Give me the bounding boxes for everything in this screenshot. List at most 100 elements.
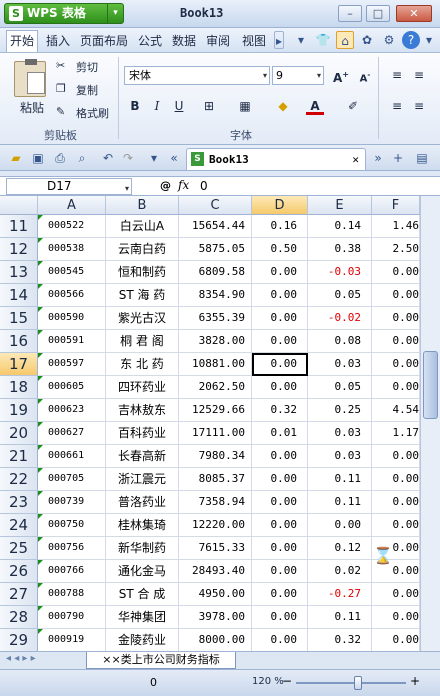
table-cell[interactable]: 白云山A — [106, 215, 179, 238]
help-dropdown-icon[interactable]: ▾ — [420, 31, 438, 49]
table-cell[interactable]: 000919 — [38, 629, 106, 651]
table-cell[interactable]: 000522 — [38, 215, 106, 238]
table-cell[interactable]: 8085.37 — [179, 468, 252, 491]
table-cell[interactable]: 0.00 — [372, 261, 420, 284]
table-cell[interactable]: 0.00 — [252, 261, 308, 284]
table-cell[interactable]: 000627 — [38, 422, 106, 445]
table-cell[interactable]: 0.50 — [252, 238, 308, 261]
table-cell[interactable]: 000591 — [38, 330, 106, 353]
fill-color-icon[interactable]: ◆ — [274, 97, 292, 115]
row-header[interactable]: 14 — [0, 284, 38, 307]
new-tab-icon[interactable]: + — [390, 150, 406, 166]
table-cell[interactable]: 7615.33 — [179, 537, 252, 560]
table-cell[interactable]: 000566 — [38, 284, 106, 307]
table-cell[interactable]: 0.25 — [308, 399, 372, 422]
row-header[interactable]: 12 — [0, 238, 38, 261]
table-cell[interactable]: 000605 — [38, 376, 106, 399]
table-cell[interactable]: 0.08 — [308, 330, 372, 353]
table-cell[interactable]: 0.32 — [252, 399, 308, 422]
minimize-button[interactable]: – — [338, 5, 362, 22]
zoom-out-icon[interactable]: − — [282, 674, 292, 688]
table-cell[interactable]: 1.46 — [372, 215, 420, 238]
table-cell[interactable]: 0.00 — [252, 307, 308, 330]
table-cell[interactable]: 0.00 — [372, 445, 420, 468]
column-header-e[interactable]: E — [308, 196, 372, 215]
table-cell[interactable]: 0.00 — [372, 330, 420, 353]
row-header[interactable]: 29 — [0, 629, 38, 651]
table-cell[interactable]: 0.00 — [252, 376, 308, 399]
row-header[interactable]: 20 — [0, 422, 38, 445]
decrease-font-icon[interactable]: A- — [356, 66, 374, 84]
table-cell[interactable]: 桐 君 阁 — [106, 330, 179, 353]
menu-view[interactable]: 视图 — [242, 32, 266, 49]
row-header[interactable]: 22 — [0, 468, 38, 491]
table-cell[interactable]: 0.00 — [372, 583, 420, 606]
table-cell[interactable]: 6809.58 — [179, 261, 252, 284]
table-cell[interactable]: 000750 — [38, 514, 106, 537]
menu-page-layout[interactable]: 页面布局 — [80, 32, 128, 49]
quick-access-dropdown-icon[interactable]: ▾ — [146, 150, 162, 166]
table-cell[interactable]: 0.00 — [252, 560, 308, 583]
table-cell[interactable]: 0.00 — [372, 376, 420, 399]
increase-font-icon[interactable]: A+ — [332, 66, 350, 85]
tab-scroll-left-icon[interactable]: « — [166, 150, 182, 166]
row-header[interactable]: 11 — [0, 215, 38, 238]
table-cell[interactable]: 0.03 — [308, 422, 372, 445]
scissors-icon[interactable]: ✂ — [56, 59, 65, 72]
users-icon[interactable]: ✿ — [358, 31, 376, 49]
maximize-button[interactable]: □ — [366, 5, 390, 22]
select-all-corner[interactable] — [0, 196, 38, 215]
row-header[interactable]: 15 — [0, 307, 38, 330]
home-icon[interactable]: ⌂ — [336, 31, 354, 49]
table-cell[interactable]: 普洛药业 — [106, 491, 179, 514]
row-header[interactable]: 23 — [0, 491, 38, 514]
redo-icon[interactable]: ↷ — [120, 150, 136, 166]
find-icon[interactable]: @ — [160, 179, 171, 192]
row-header[interactable]: 27 — [0, 583, 38, 606]
chevron-down-icon[interactable]: ▾ — [107, 4, 123, 23]
column-header-f[interactable]: F — [372, 196, 420, 215]
table-cell[interactable]: 000788 — [38, 583, 106, 606]
table-cell[interactable]: 10881.00 — [179, 353, 252, 376]
row-header[interactable]: 25 — [0, 537, 38, 560]
row-header[interactable]: 28 — [0, 606, 38, 629]
table-cell[interactable]: 000538 — [38, 238, 106, 261]
tab-list-icon[interactable]: ▤ — [414, 150, 430, 166]
table-cell[interactable]: 5875.05 — [179, 238, 252, 261]
vertical-scrollbar[interactable]: ⌛ — [373, 196, 440, 651]
column-header-a[interactable]: A — [38, 196, 106, 215]
table-cell[interactable]: 华神集团 — [106, 606, 179, 629]
print-preview-icon[interactable]: ⌕ — [74, 150, 90, 166]
row-header[interactable]: 13 — [0, 261, 38, 284]
table-cell[interactable]: 0.00 — [252, 514, 308, 537]
align-left-icon[interactable]: ≡ — [388, 97, 406, 115]
row-header[interactable]: 18 — [0, 376, 38, 399]
menu-home[interactable]: 开始 — [6, 30, 39, 52]
menu-review[interactable]: 审阅 — [206, 32, 230, 49]
clipboard-paste-icon[interactable] — [14, 59, 46, 97]
table-cell[interactable]: 0.00 — [252, 583, 308, 606]
tab-book13[interactable]: S Book13 ✕ — [186, 148, 366, 170]
table-cell[interactable]: 2062.50 — [179, 376, 252, 399]
table-cell[interactable]: 金陵药业 — [106, 629, 179, 651]
table-cell[interactable]: 0.00 — [372, 491, 420, 514]
table-cell[interactable]: 000661 — [38, 445, 106, 468]
table-cell[interactable]: 0.00 — [372, 468, 420, 491]
table-cell[interactable]: 云南白药 — [106, 238, 179, 261]
row-header[interactable]: 24 — [0, 514, 38, 537]
row-header[interactable]: 16 — [0, 330, 38, 353]
table-cell[interactable]: 0.14 — [308, 215, 372, 238]
column-header-c[interactable]: C — [179, 196, 252, 215]
dropdown-icon[interactable]: ▾ — [292, 31, 310, 49]
tab-scroll-right-icon[interactable]: » — [370, 150, 386, 166]
table-cell[interactable]: 0.00 — [372, 353, 420, 376]
help-icon[interactable]: ? — [402, 31, 420, 49]
align-middle-icon[interactable]: ≡ — [410, 66, 428, 84]
table-cell[interactable]: 0.00 — [372, 307, 420, 330]
active-cell[interactable]: 0.00 — [252, 353, 308, 376]
table-cell[interactable]: 12529.66 — [179, 399, 252, 422]
table-cell[interactable]: 0.00 — [252, 330, 308, 353]
undo-icon[interactable]: ↶ — [100, 150, 116, 166]
table-cell[interactable]: 8000.00 — [179, 629, 252, 651]
close-icon[interactable]: ✕ — [352, 153, 359, 166]
